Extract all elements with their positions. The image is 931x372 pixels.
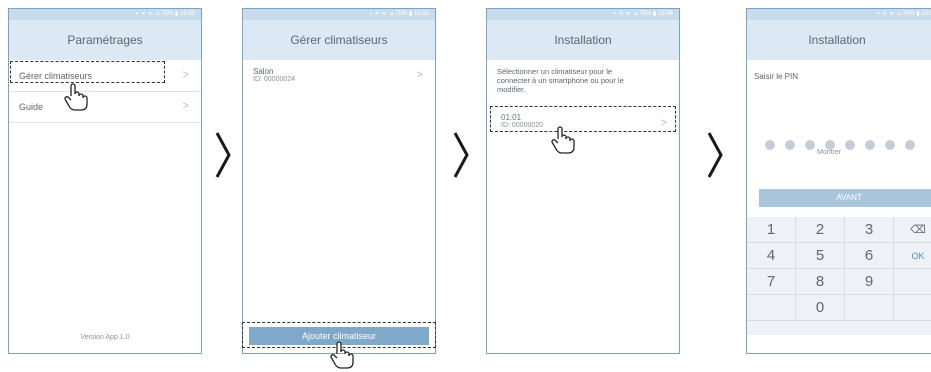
pointing-hand-icon: [551, 126, 575, 154]
chevron-right-icon: [215, 132, 231, 178]
page-title: Installation: [487, 20, 679, 60]
pin-dot: [805, 140, 815, 150]
next-button[interactable]: AVANT: [759, 189, 931, 207]
key-4[interactable]: 4: [747, 243, 796, 269]
pin-dot: [865, 140, 875, 150]
instruction-text: Sélectionner un climatiseur pour le conn…: [497, 67, 624, 94]
ac-name: Salon: [253, 67, 274, 76]
status-bar: ◐ ✕ ᯤ ⊿ 75% ▮ 15:02: [9, 9, 201, 20]
key-blank: [894, 295, 931, 321]
key-9[interactable]: 9: [845, 269, 894, 295]
pin-prompt: Saisir le PIN: [754, 72, 799, 81]
key-blank: [845, 295, 894, 321]
pin-dot: [885, 140, 895, 150]
status-bar: ◐ ✕ ᯤ ⊿ 75% ▮ 15:04: [487, 9, 679, 20]
version-label: Version App 1.0: [80, 334, 130, 341]
pin-dot: [765, 140, 775, 150]
key-2[interactable]: 2: [796, 217, 845, 243]
pin-dot: [845, 140, 855, 150]
key-7[interactable]: 7: [747, 269, 796, 295]
screen-manage-ac: ◐ ✕ ᯤ ⊿ 75% ▮ 15:02 Gérer climatiseurs S…: [242, 8, 436, 354]
pin-dot: [905, 140, 915, 150]
page-title: Gérer climatiseurs: [243, 20, 435, 60]
page-title: Paramétrages: [9, 20, 201, 60]
status-bar: ◐ ✕ ᯤ ⊿ 75% ▮ 15:02: [243, 9, 435, 20]
key-backspace[interactable]: ⌫: [894, 217, 931, 243]
menu-item-label: Guide: [19, 102, 44, 112]
key-6[interactable]: 6: [845, 243, 894, 269]
pointing-hand-icon: [64, 83, 88, 111]
numeric-keypad: 1 2 3 ⌫ 4 5 6 OK 7 8 9 0: [747, 217, 931, 335]
key-8[interactable]: 8: [796, 269, 845, 295]
ac-id: ID: 00000024: [253, 76, 296, 83]
chevron-right-icon: [707, 132, 723, 178]
pin-dot: [785, 140, 795, 150]
chevron-right-icon: >: [416, 69, 423, 81]
key-ok[interactable]: OK: [894, 243, 931, 269]
screen-pin-entry: ◐ ✕ ᯤ ⊿ 75% ▮ 15:0 Installation Saisir l…: [746, 8, 931, 354]
key-5[interactable]: 5: [796, 243, 845, 269]
status-bar: ◐ ✕ ᯤ ⊿ 75% ▮ 15:0: [747, 9, 931, 20]
key-blank: [747, 295, 796, 321]
chevron-right-icon: [453, 132, 469, 178]
pointing-hand-icon: [330, 341, 354, 369]
highlight-box: [490, 106, 676, 132]
key-0[interactable]: 0: [796, 295, 845, 321]
key-blank: [894, 269, 931, 295]
chevron-right-icon: >: [182, 69, 189, 81]
screen-settings: ◐ ✕ ᯤ ⊿ 75% ▮ 15:02 Paramétrages Gérer c…: [8, 8, 202, 354]
key-3[interactable]: 3: [845, 217, 894, 243]
page-title: Installation: [747, 20, 931, 60]
screen-installation: ◐ ✕ ᯤ ⊿ 75% ▮ 15:04 Installation Sélecti…: [486, 8, 680, 354]
ac-list-item[interactable]: Salon ID: 00000024 >: [243, 61, 435, 95]
menu-item-guide[interactable]: Guide >: [9, 92, 201, 123]
chevron-right-icon: >: [182, 100, 189, 112]
show-pin-toggle[interactable]: Montrer: [817, 149, 841, 156]
highlight-box: [10, 61, 165, 83]
key-1[interactable]: 1: [747, 217, 796, 243]
